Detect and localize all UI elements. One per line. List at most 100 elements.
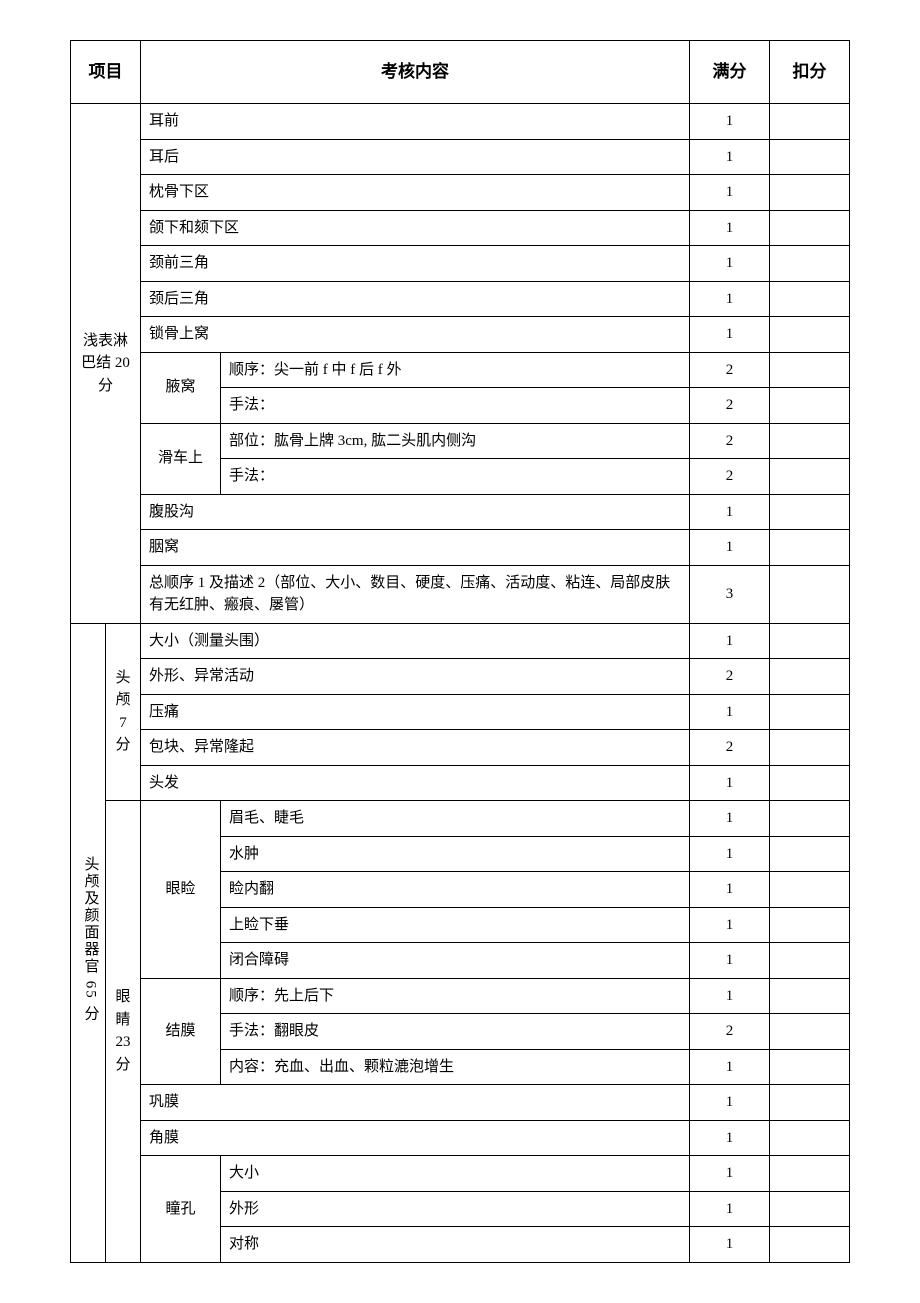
header-content: 考核内容	[141, 41, 690, 104]
cell-deduct	[770, 1120, 850, 1156]
cell-deduct	[770, 1227, 850, 1263]
cell-deduct	[770, 494, 850, 530]
cell-score: 1	[690, 530, 770, 566]
conjunctiva-label: 结膜	[141, 978, 221, 1085]
cell-score: 1	[690, 872, 770, 908]
cell-score: 1	[690, 694, 770, 730]
cell-score: 1	[690, 175, 770, 211]
cell-content: 对称	[221, 1227, 690, 1263]
table-row: 头颅及颜面器官 65 分 头颅7 分 大小（测量头围） 1	[71, 623, 850, 659]
cell-score: 2	[690, 423, 770, 459]
table-header-row: 项目 考核内容 满分 扣分	[71, 41, 850, 104]
cell-content: 锁骨上窝	[141, 317, 690, 353]
cell-content: 手法：翻眼皮	[221, 1014, 690, 1050]
cell-deduct	[770, 765, 850, 801]
cell-content: 胭窝	[141, 530, 690, 566]
cell-score: 1	[690, 943, 770, 979]
cell-score: 2	[690, 459, 770, 495]
cell-score: 1	[690, 281, 770, 317]
cell-score: 2	[690, 730, 770, 766]
cell-deduct	[770, 210, 850, 246]
cell-content: 上睑下垂	[221, 907, 690, 943]
table-row: 瞳孔 大小 1	[71, 1156, 850, 1192]
cell-content: 闭合障碍	[221, 943, 690, 979]
cell-score: 3	[690, 565, 770, 623]
cell-score: 1	[690, 1156, 770, 1192]
cell-content: 颈前三角	[141, 246, 690, 282]
pupil-label: 瞳孔	[141, 1156, 221, 1263]
cell-content: 头发	[141, 765, 690, 801]
cell-content: 大小	[221, 1156, 690, 1192]
cell-score: 1	[690, 494, 770, 530]
cell-score: 1	[690, 104, 770, 140]
header-full-score: 满分	[690, 41, 770, 104]
cell-score: 1	[690, 317, 770, 353]
cell-deduct	[770, 139, 850, 175]
cell-deduct	[770, 281, 850, 317]
cell-content: 总顺序 1 及描述 2（部位、大小、数目、硬度、压痛、活动度、粘连、局部皮肤有无…	[141, 565, 690, 623]
cell-content: 睑内翻	[221, 872, 690, 908]
cell-deduct	[770, 352, 850, 388]
cell-deduct	[770, 104, 850, 140]
table-row: 角膜 1	[71, 1120, 850, 1156]
cell-content: 手法：	[221, 459, 690, 495]
cell-deduct	[770, 1085, 850, 1121]
cell-content: 顺序：尖一前 f 中 f 后 f 外	[221, 352, 690, 388]
cell-content: 眉毛、睫毛	[221, 801, 690, 837]
cell-score: 1	[690, 765, 770, 801]
cell-content: 外形	[221, 1191, 690, 1227]
table-row: 颈后三角 1	[71, 281, 850, 317]
table-row: 眼睛 23 分 眼睑 眉毛、睫毛 1	[71, 801, 850, 837]
cell-deduct	[770, 659, 850, 695]
table-row: 腹股沟 1	[71, 494, 850, 530]
table-row: 颈前三角 1	[71, 246, 850, 282]
table-row: 头发 1	[71, 765, 850, 801]
cell-deduct	[770, 836, 850, 872]
table-row: 枕骨下区 1	[71, 175, 850, 211]
cell-score: 1	[690, 1085, 770, 1121]
cell-content: 颈后三角	[141, 281, 690, 317]
cell-score: 2	[690, 388, 770, 424]
table-row: 结膜 顺序：先上后下 1	[71, 978, 850, 1014]
cell-score: 1	[690, 1049, 770, 1085]
header-deduct: 扣分	[770, 41, 850, 104]
table-row: 压痛 1	[71, 694, 850, 730]
cell-score: 2	[690, 1014, 770, 1050]
cell-score: 1	[690, 1120, 770, 1156]
section-headface-label: 头颅及颜面器官 65 分	[71, 623, 106, 1262]
table-row: 颌下和颏下区 1	[71, 210, 850, 246]
cell-content: 枕骨下区	[141, 175, 690, 211]
cell-deduct	[770, 246, 850, 282]
table-row: 外形、异常活动 2	[71, 659, 850, 695]
cell-deduct	[770, 943, 850, 979]
cell-score: 1	[690, 801, 770, 837]
cell-deduct	[770, 423, 850, 459]
cell-deduct	[770, 694, 850, 730]
eyelid-label: 眼睑	[141, 801, 221, 979]
cell-content: 顺序：先上后下	[221, 978, 690, 1014]
cell-score: 1	[690, 210, 770, 246]
cell-score: 2	[690, 659, 770, 695]
cell-content: 巩膜	[141, 1085, 690, 1121]
cell-content: 手法：	[221, 388, 690, 424]
cell-score: 2	[690, 352, 770, 388]
cell-content: 内容：充血、出血、颗粒漉泡增生	[221, 1049, 690, 1085]
cell-deduct	[770, 1156, 850, 1192]
cell-deduct	[770, 530, 850, 566]
cell-content: 水肿	[221, 836, 690, 872]
cell-deduct	[770, 978, 850, 1014]
sub-axilla-label: 腋窝	[141, 352, 221, 423]
cell-deduct	[770, 565, 850, 623]
section-lymph-label: 浅表淋巴结 20 分	[71, 104, 141, 624]
table-row: 耳后 1	[71, 139, 850, 175]
cell-deduct	[770, 388, 850, 424]
cell-deduct	[770, 175, 850, 211]
table-row: 锁骨上窝 1	[71, 317, 850, 353]
cell-content: 耳后	[141, 139, 690, 175]
cell-content: 腹股沟	[141, 494, 690, 530]
cell-deduct	[770, 801, 850, 837]
cell-content: 大小（测量头围）	[141, 623, 690, 659]
assessment-table: 项目 考核内容 满分 扣分 浅表淋巴结 20 分 耳前 1 耳后 1 枕骨下区 …	[70, 40, 850, 1263]
cell-deduct	[770, 459, 850, 495]
cell-deduct	[770, 1014, 850, 1050]
